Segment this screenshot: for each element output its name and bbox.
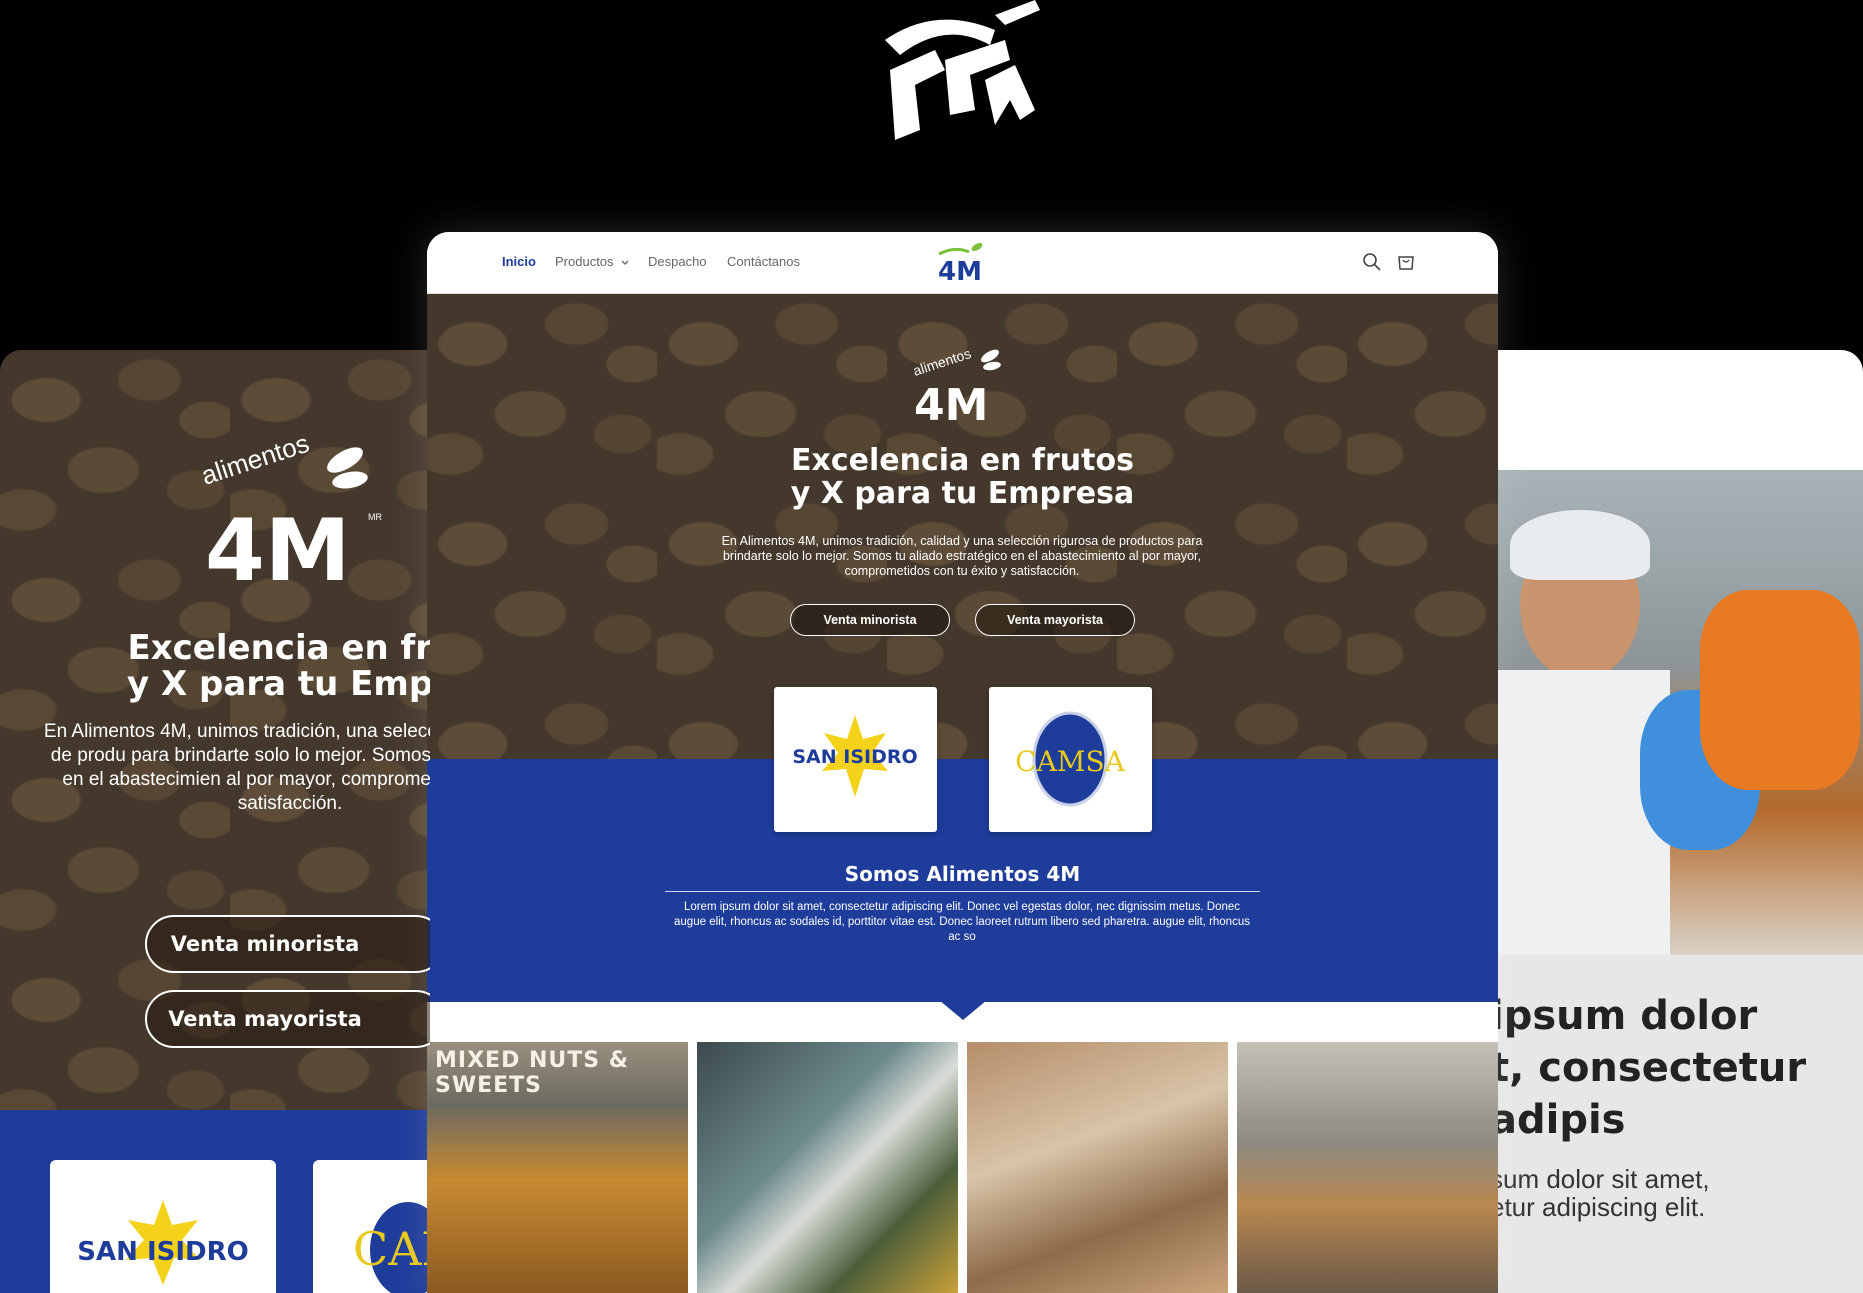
left-wholesale-button[interactable]: Venta mayorista (145, 990, 430, 1048)
svg-text:SAN ISIDRO: SAN ISIDRO (792, 746, 917, 768)
nav-item-contactanos[interactable]: Contáctanos (727, 254, 800, 269)
decorative-logo-glyph (885, 0, 1040, 140)
hero-title: Excelencia en frutos y X para tu Empresa (790, 443, 1135, 511)
chevron-down-icon (621, 260, 629, 265)
section-pointer (939, 1000, 987, 1020)
svg-text:CAMSA: CAMSA (1015, 745, 1125, 778)
brand-tile-san-isidro[interactable]: SAN ISIDRO (774, 687, 937, 832)
about-title: Somos Alimentos 4M (844, 862, 1081, 886)
left-hero-description: En Alimentos 4M, unimos tradición, una s… (43, 721, 430, 814)
photo-production-line (697, 1042, 958, 1293)
nav-item-inicio[interactable]: Inicio (502, 254, 536, 269)
cart-icon[interactable] (1395, 251, 1417, 273)
about-text: Lorem ipsum dolor sit amet, consectetur … (674, 901, 1250, 943)
mobile-preview-left: alimentos 4M MR Excelencia en frut y X p… (0, 350, 430, 1293)
about-divider (665, 891, 1260, 892)
search-icon[interactable] (1361, 251, 1383, 273)
photo-store-shelves: MIXED NUTS & SWEETS (427, 1042, 688, 1293)
camsa-logo: CAM (353, 1202, 430, 1293)
left-retail-button[interactable]: Venta minorista (145, 915, 430, 973)
svg-text:4M: 4M (205, 501, 350, 590)
svg-text:MR: MR (368, 512, 382, 522)
left-brand-tile-camsa[interactable]: CAM (313, 1160, 430, 1293)
svg-text:alimentos: alimentos (200, 430, 313, 491)
nav-item-label: Productos (555, 254, 614, 269)
brand-tile-camsa[interactable]: CAMSA (989, 687, 1152, 832)
svg-text:CAM: CAM (353, 1222, 430, 1276)
right-section-heading: ipsum dolor t, consectetur adipis (1490, 993, 1807, 1143)
san-isidro-logo: SAN ISIDRO (792, 715, 918, 797)
top-navigation: Inicio Productos Despacho Contáctanos 4M (427, 232, 1498, 294)
left-brand-tile-san-isidro[interactable]: SAN ISIDRO (50, 1160, 276, 1293)
photo-scooping-nuts (967, 1042, 1228, 1293)
mobile-preview-right: ipsum dolor t, consectetur adipis sum do… (1490, 350, 1863, 1293)
factory-worker-photo (1490, 470, 1863, 955)
nav-item-productos[interactable]: Productos (555, 254, 630, 269)
hero-section: alimentos 4M Excelencia en frutos y X pa… (427, 294, 1498, 759)
san-isidro-logo: SAN ISIDRO (77, 1200, 249, 1285)
camsa-logo: CAMSA (1015, 711, 1126, 807)
svg-text:SAN ISIDRO: SAN ISIDRO (77, 1237, 248, 1267)
nav-item-despacho[interactable]: Despacho (648, 254, 707, 269)
header-logo[interactable]: 4M (935, 240, 985, 284)
store-sign-text: MIXED NUTS & SWEETS (435, 1048, 629, 1098)
right-section-subtext: sum dolor sit amet, etur adipiscing elit… (1490, 1164, 1710, 1222)
hero-logo: alimentos 4M (912, 345, 1001, 424)
left-hero-title: Excelencia en frut y X para tu Empre (127, 628, 430, 704)
retail-sale-button[interactable]: Venta minorista (790, 604, 950, 636)
svg-text:4M: 4M (914, 380, 988, 424)
wholesale-sale-button[interactable]: Venta mayorista (975, 604, 1135, 636)
desktop-preview: Inicio Productos Despacho Contáctanos 4M… (427, 232, 1498, 1293)
photo-baker-with-sack (1237, 1042, 1498, 1293)
svg-text:4M: 4M (938, 257, 982, 284)
svg-text:alimentos: alimentos (912, 345, 973, 379)
hero-description: En Alimentos 4M, unimos tradición, calid… (721, 534, 1203, 578)
brand-logo: alimentos 4M MR (200, 430, 382, 590)
